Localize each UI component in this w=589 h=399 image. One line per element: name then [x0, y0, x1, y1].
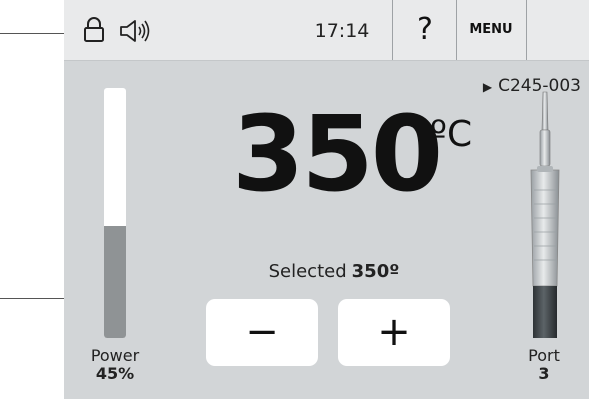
power-bar [104, 88, 126, 338]
current-temperature: 350 [232, 93, 443, 215]
top-bar: 17:14 ? MENU [64, 0, 589, 61]
selected-value: 350º [351, 261, 400, 282]
station-screen: 17:14 ? MENU ▶ C245-003 Power 45% 350 ºC … [64, 0, 589, 399]
power-bar-fill [104, 225, 126, 338]
divider [392, 0, 393, 60]
power-value: 45% [95, 364, 135, 383]
play-arrow-icon: ▶ [482, 80, 493, 94]
temperature-unit: ºC [430, 114, 473, 155]
lock-icon[interactable] [82, 16, 106, 48]
speaker-icon[interactable] [118, 18, 160, 48]
power-indicator: Power 45% [76, 347, 154, 383]
divider [526, 0, 527, 60]
clock-time: 17:14 [314, 20, 370, 42]
port-value: 3 [538, 364, 550, 383]
help-button[interactable]: ? [397, 4, 453, 56]
menu-button[interactable]: MENU [458, 4, 524, 56]
increase-button[interactable]: + [338, 299, 450, 366]
decrease-button[interactable]: − [206, 299, 318, 366]
selected-label: Selected [268, 261, 347, 282]
port-label: Port [528, 346, 560, 365]
divider [456, 0, 457, 60]
selected-temperature: Selected 350º [244, 261, 424, 282]
port-indicator: Port 3 [514, 347, 574, 383]
power-label: Power [90, 346, 140, 365]
soldering-iron-icon [516, 90, 574, 349]
